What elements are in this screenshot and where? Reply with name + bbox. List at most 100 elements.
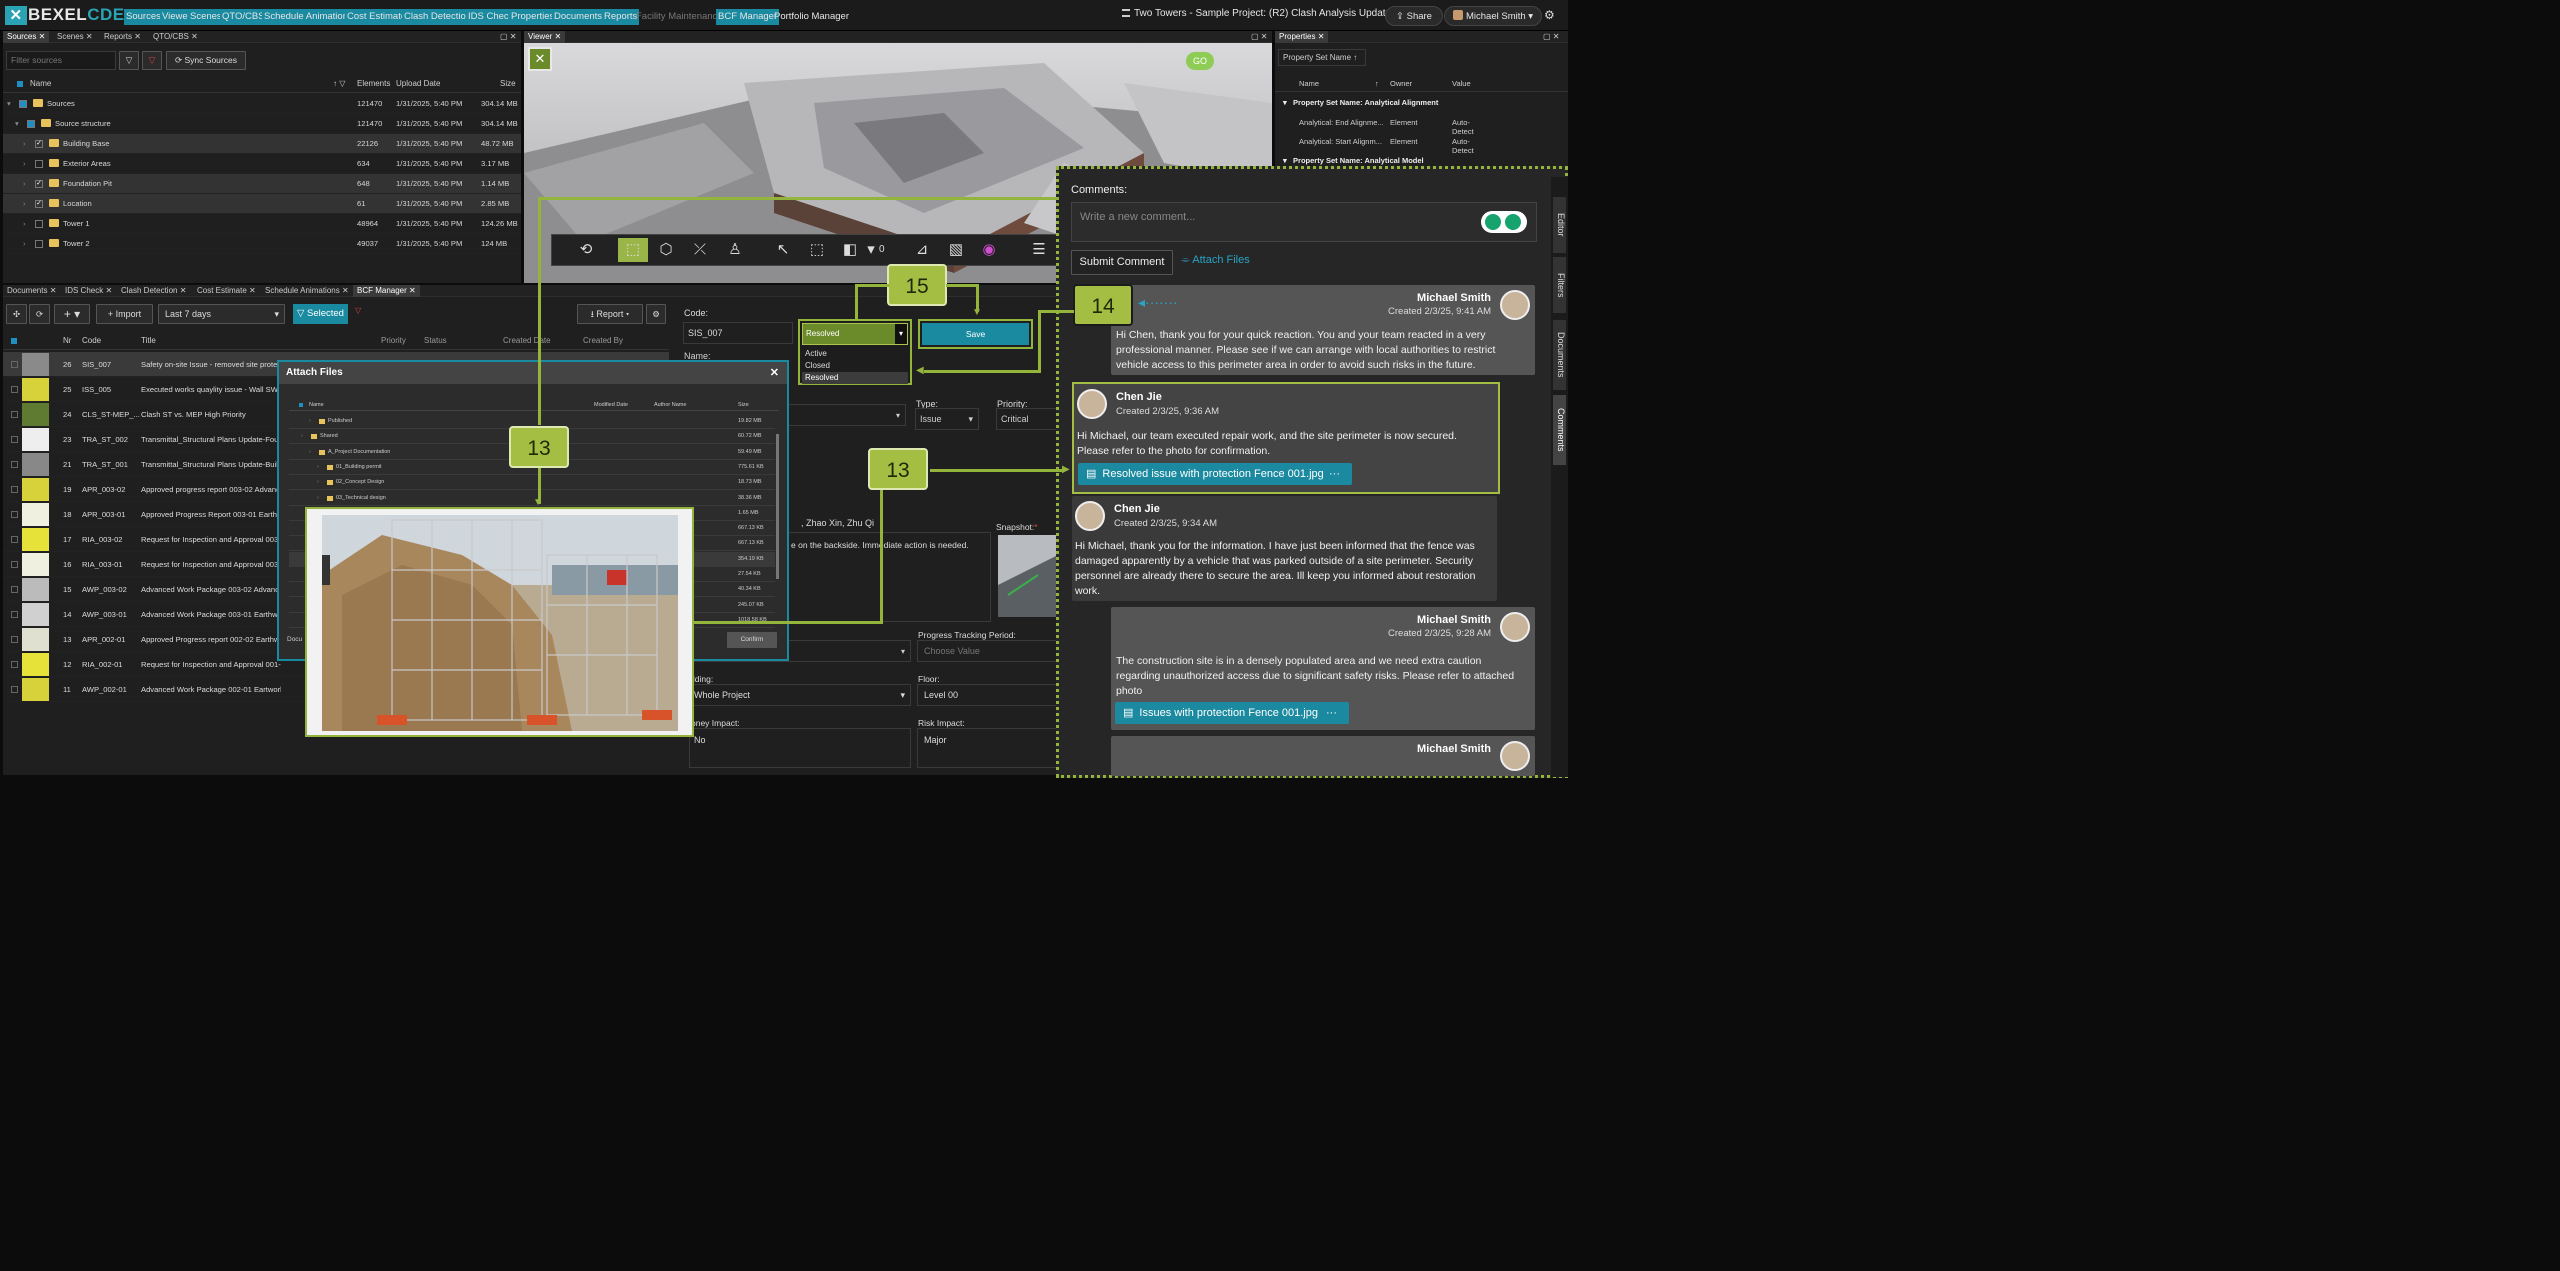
- expand-icon[interactable]: ›: [309, 445, 311, 460]
- nav-tab[interactable]: Scenes: [188, 9, 224, 25]
- more-icon[interactable]: ···: [1329, 463, 1340, 485]
- property-group[interactable]: ▾ Property Set Name: Analytical Model: [1283, 156, 1424, 165]
- checkbox[interactable]: [27, 120, 35, 128]
- risk-impact-field[interactable]: Major: [917, 728, 1057, 768]
- refresh-icon[interactable]: ⟳: [29, 304, 50, 324]
- fence-photo[interactable]: [322, 515, 678, 731]
- building-select[interactable]: Whole Project ▾: [689, 684, 911, 706]
- source-row[interactable]: ▾ Sources 121470 1/31/2025, 5:40 PM 304.14 M…: [3, 94, 521, 114]
- nav-tab[interactable]: Properties: [509, 9, 557, 25]
- tab-sources[interactable]: Sources ✕: [3, 31, 50, 43]
- expand-icon[interactable]: ›: [301, 429, 303, 444]
- status-option-selected[interactable]: Resolved: [802, 372, 908, 384]
- maximize-icon[interactable]: ▢ ✕: [1251, 32, 1267, 41]
- checkbox[interactable]: [11, 611, 18, 618]
- snapshot-image[interactable]: [998, 535, 1058, 617]
- checkbox[interactable]: [11, 486, 18, 493]
- pointer-icon[interactable]: ↖: [771, 238, 795, 262]
- more-icon[interactable]: ···: [1326, 702, 1337, 724]
- rotate-icon[interactable]: ⟲: [574, 238, 598, 262]
- expand-icon[interactable]: ›: [309, 414, 311, 429]
- expand-icon[interactable]: ›: [23, 234, 26, 254]
- expand-icon[interactable]: ▾: [7, 94, 11, 114]
- property-row[interactable]: Analytical: End Alignme... Element Auto-De…: [1299, 118, 1474, 136]
- user-menu[interactable]: Michael Smith ▾: [1444, 6, 1543, 26]
- checkbox[interactable]: [11, 361, 18, 368]
- expand-icon[interactable]: ›: [23, 154, 26, 174]
- checkbox[interactable]: [11, 561, 18, 568]
- gear-icon[interactable]: ⚙: [1544, 8, 1555, 22]
- sync-sources-button[interactable]: ⟳ Sync Sources: [166, 51, 246, 70]
- property-set-sort[interactable]: Property Set Name ↑: [1278, 49, 1366, 66]
- list-icon[interactable]: ☰: [1027, 238, 1051, 262]
- source-row[interactable]: › Tower 2 49037 1/31/2025, 5:40 PM 124 MB: [3, 234, 521, 254]
- report-button[interactable]: ⭳ Report ▾: [577, 304, 643, 324]
- save-button[interactable]: Save: [922, 323, 1029, 345]
- nav-tab[interactable]: Documents: [552, 9, 605, 25]
- source-row[interactable]: › ✓ Foundation Pit 648 1/31/2025, 5:40 PM 1.1…: [3, 174, 521, 194]
- bottom-tab[interactable]: Schedule Animations ✕: [261, 285, 353, 297]
- status-option[interactable]: Active: [805, 349, 827, 358]
- checkbox[interactable]: [11, 511, 18, 518]
- cube-icon[interactable]: ⬡: [654, 238, 678, 262]
- share-button[interactable]: ⇪ Share: [1385, 6, 1443, 26]
- selected-filter-button[interactable]: ▽ Selected: [293, 304, 348, 324]
- file-row[interactable]: › 02_Concept Design 18.73 MB: [289, 475, 775, 491]
- source-row[interactable]: › ✓ Location 61 1/31/2025, 5:40 PM 2.85 MB: [3, 194, 521, 214]
- area-select-icon[interactable]: ⬚: [805, 238, 829, 262]
- status-option[interactable]: Closed: [805, 361, 830, 370]
- expand-icon[interactable]: ›: [317, 475, 319, 490]
- checkbox[interactable]: [11, 411, 18, 418]
- priority-select[interactable]: Critical: [996, 408, 1057, 430]
- image-icon[interactable]: ▧: [944, 238, 968, 262]
- nav-tab[interactable]: QTO/CBS: [220, 9, 267, 25]
- bottom-tab[interactable]: BCF Manager ✕: [353, 285, 420, 297]
- status-select[interactable]: Resolved ▾: [802, 323, 908, 345]
- clear-filter-icon[interactable]: ▽: [355, 306, 361, 315]
- side-tab-filters[interactable]: Filters: [1553, 257, 1566, 313]
- checkbox[interactable]: [11, 436, 18, 443]
- checkbox[interactable]: [11, 636, 18, 643]
- checkbox[interactable]: [19, 100, 27, 108]
- tab-qto[interactable]: QTO/CBS ✕: [149, 31, 202, 43]
- checkbox[interactable]: [17, 81, 23, 87]
- attachment-pill[interactable]: ▤ Resolved issue with protection Fence 00…: [1078, 463, 1352, 485]
- source-row[interactable]: › Exterior Areas 634 1/31/2025, 5:40 PM 3.17…: [3, 154, 521, 174]
- new-comment-input[interactable]: Write a new comment...: [1071, 202, 1537, 242]
- add-button[interactable]: + ▾: [54, 304, 90, 324]
- sort-icon[interactable]: ↑ ▽: [333, 75, 345, 93]
- expand-icon[interactable]: ▾: [15, 114, 19, 134]
- tab-reports[interactable]: Reports ✕: [100, 31, 145, 43]
- confirm-button[interactable]: Confirm: [727, 632, 777, 648]
- person-icon[interactable]: ♙: [723, 238, 747, 262]
- checkbox[interactable]: [11, 386, 18, 393]
- nav-tab[interactable]: Sources: [124, 9, 163, 25]
- select-box-icon[interactable]: ⬚: [618, 238, 648, 262]
- side-tab-editor[interactable]: Editor: [1553, 197, 1566, 253]
- expand-icon[interactable]: ›: [23, 194, 26, 214]
- close-icon[interactable]: ✕: [770, 362, 779, 384]
- date-range-select[interactable]: Last 7 days ▾: [158, 304, 285, 324]
- attach-files-link[interactable]: ⌯ Attach Files: [1181, 254, 1250, 267]
- checkbox[interactable]: [35, 240, 43, 248]
- nav-tab[interactable]: Schedule Animations: [262, 9, 355, 25]
- property-group[interactable]: ▾ Property Set Name: Analytical Alignmen…: [1283, 98, 1438, 107]
- bottom-tab[interactable]: Cost Estimate ✕: [193, 285, 260, 297]
- checkbox[interactable]: [11, 686, 18, 693]
- collapse-icon[interactable]: ✣: [6, 304, 27, 324]
- side-tab-comments[interactable]: Comments: [1553, 395, 1566, 465]
- shrink-icon[interactable]: ⤫: [688, 238, 712, 262]
- checkbox[interactable]: [11, 661, 18, 668]
- color-wheel-icon[interactable]: ◉: [977, 238, 1001, 262]
- side-tab-documents[interactable]: Documents: [1553, 320, 1566, 390]
- tab-properties[interactable]: Properties ✕: [1275, 31, 1329, 43]
- source-row[interactable]: › Tower 1 48964 1/31/2025, 5:40 PM 124.26 MB: [3, 214, 521, 234]
- gear-icon[interactable]: ⚙: [646, 304, 666, 324]
- attachment-pill[interactable]: ▤ Issues with protection Fence 001.jpg ···: [1115, 702, 1349, 724]
- grammarly-icon[interactable]: [1481, 211, 1527, 233]
- filter-sources-input[interactable]: Filter sources: [6, 51, 116, 70]
- code-field[interactable]: SIS_007: [683, 322, 793, 344]
- nav-tab[interactable]: BCF Manager: [716, 9, 780, 25]
- file-row[interactable]: › 03_Technical design 38.36 MB: [289, 491, 775, 506]
- checkbox[interactable]: [35, 160, 43, 168]
